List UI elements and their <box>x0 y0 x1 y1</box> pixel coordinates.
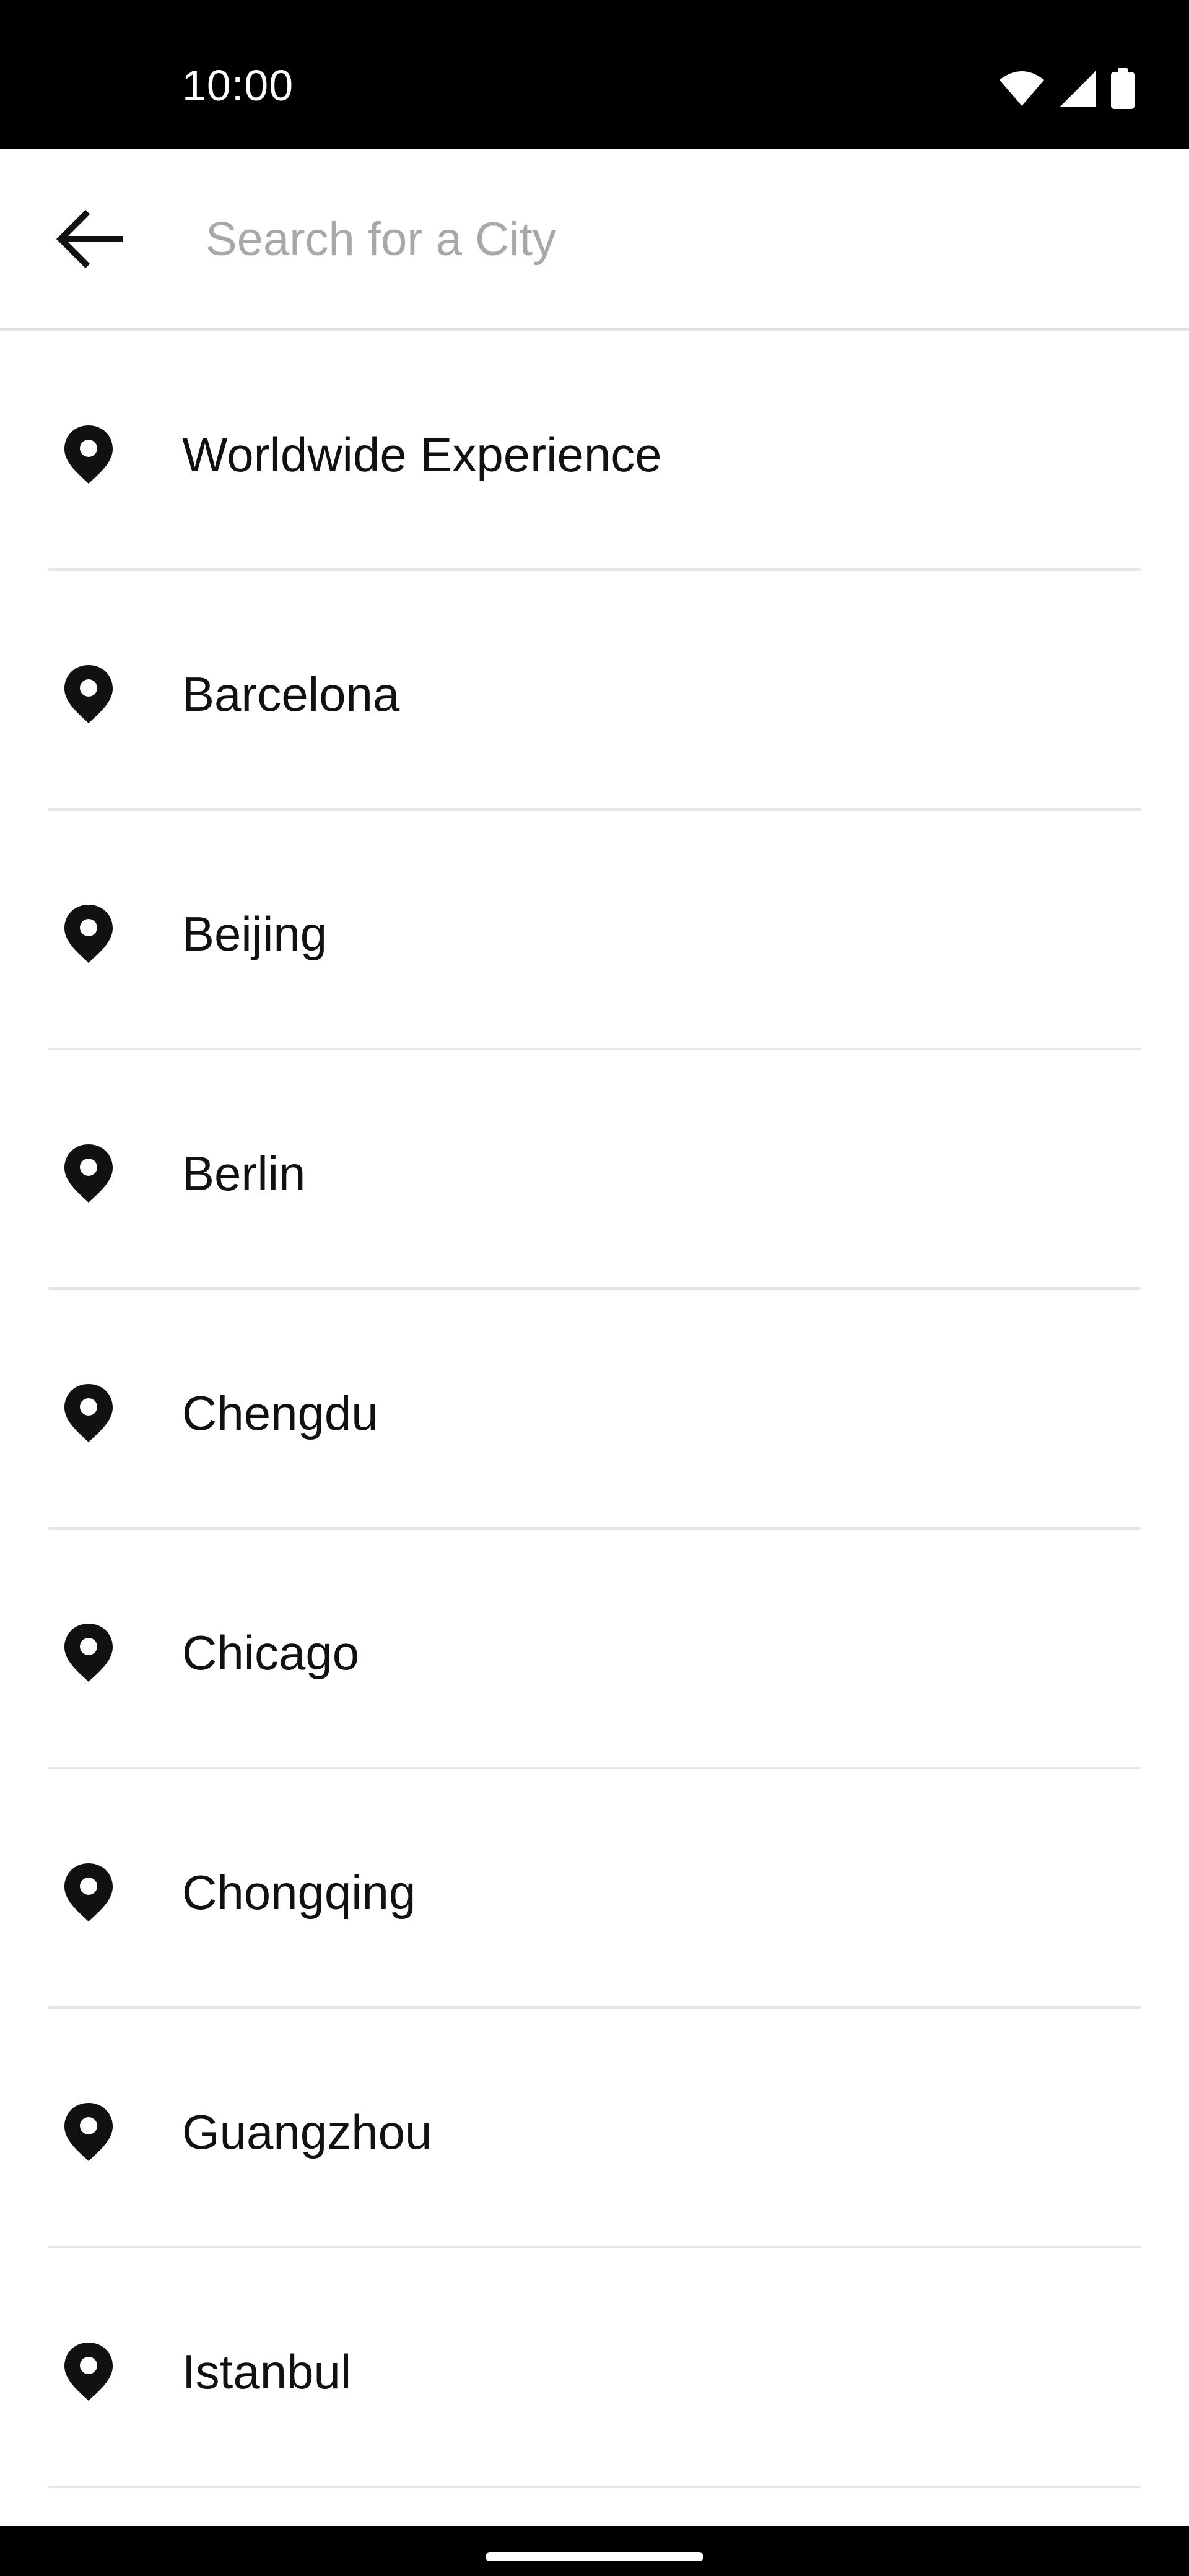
location-pin-icon <box>59 1861 118 1924</box>
back-button[interactable] <box>50 200 130 281</box>
city-list: Worldwide Experience Barcelona Beijing Berl… <box>0 331 1189 2488</box>
location-pin-icon <box>59 663 118 726</box>
home-gesture-handle[interactable] <box>486 2552 703 2561</box>
location-pin-icon <box>59 2100 118 2164</box>
location-pin-icon <box>59 2340 118 2403</box>
battery-icon <box>1111 68 1135 109</box>
city-list-item[interactable]: Berlin <box>0 1050 1189 1290</box>
city-name: Chicago <box>182 1625 360 1680</box>
city-name: Berlin <box>182 1146 306 1201</box>
system-navigation-bar <box>0 2526 1189 2576</box>
status-time: 10:00 <box>182 61 294 110</box>
city-name: Chengdu <box>182 1386 378 1440</box>
arrow-left-icon <box>56 208 124 273</box>
city-name: Worldwide Experience <box>182 427 662 482</box>
city-list-item[interactable]: Istanbul <box>0 2248 1189 2488</box>
wifi-icon <box>998 70 1045 107</box>
city-search-input[interactable] <box>206 205 1110 273</box>
city-list-item[interactable]: Worldwide Experience <box>0 331 1189 571</box>
city-name: Chongqing <box>182 1865 416 1920</box>
location-pin-icon <box>59 423 118 486</box>
city-list-item[interactable]: Chengdu <box>0 1290 1189 1530</box>
city-name: Guangzhou <box>182 2105 432 2159</box>
status-icons <box>998 67 1135 110</box>
search-app-bar <box>0 149 1189 331</box>
city-list-item[interactable]: Chongqing <box>0 1769 1189 2009</box>
cellular-signal-icon <box>1059 69 1097 108</box>
city-list-item[interactable]: Beijing <box>0 811 1189 1050</box>
city-list-item[interactable]: Barcelona <box>0 571 1189 811</box>
location-pin-icon <box>59 1142 118 1205</box>
city-list-item[interactable]: Guangzhou <box>0 2009 1189 2248</box>
city-name: Barcelona <box>182 667 400 721</box>
city-name: Istanbul <box>182 2344 352 2399</box>
list-divider <box>48 2486 1141 2488</box>
location-pin-icon <box>59 902 118 965</box>
location-pin-icon <box>59 1382 118 1445</box>
city-list-item[interactable]: Chicago <box>0 1530 1189 1769</box>
status-bar: 10:00 <box>0 0 1189 149</box>
city-name: Beijing <box>182 907 328 961</box>
location-pin-icon <box>59 1621 118 1684</box>
